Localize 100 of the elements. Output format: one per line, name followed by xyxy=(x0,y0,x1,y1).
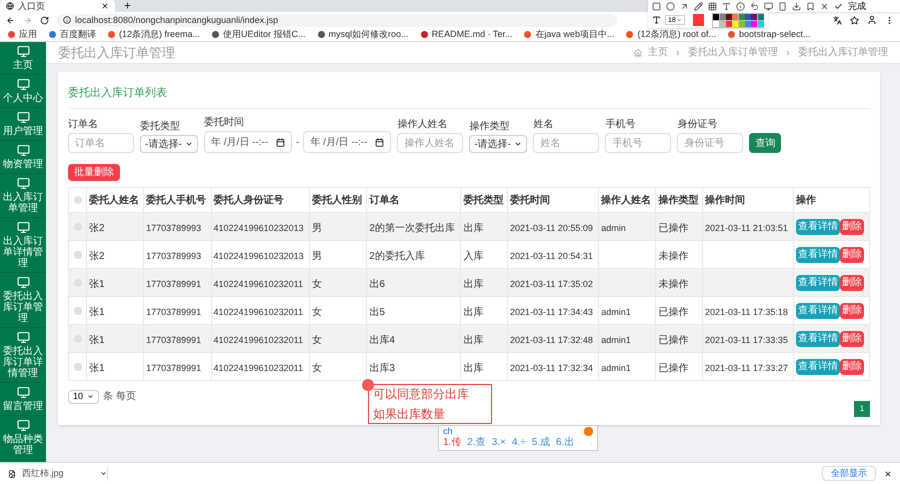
back-icon[interactable] xyxy=(6,16,15,24)
done-label[interactable]: 完成 xyxy=(848,2,866,10)
color-swatch[interactable] xyxy=(720,14,726,20)
table-cell: 17703789991 xyxy=(146,306,202,316)
filter-select[interactable]: -请选择- xyxy=(140,135,198,153)
translate-icon[interactable] xyxy=(833,16,842,24)
tool-icon[interactable] xyxy=(722,2,731,10)
filter-field[interactable]: 订单名 xyxy=(68,133,134,153)
breadcrumb-item[interactable]: 委托出入库订单管理 xyxy=(688,45,778,60)
tool-icon[interactable] xyxy=(806,2,815,10)
bookmark[interactable]: 在java web项目中... xyxy=(524,30,614,39)
delete-button[interactable]: 删除 xyxy=(840,218,864,234)
filter-select[interactable]: -请选择- xyxy=(469,135,528,153)
view-details-button[interactable]: 查看详情 xyxy=(796,330,840,346)
ime-candidate[interactable]: 1.传 xyxy=(443,437,462,449)
table-cell: 410224199610232011 xyxy=(214,362,303,372)
bookmark[interactable]: bootstrap-select... xyxy=(728,30,811,39)
bookmark[interactable]: README.md · Ter... xyxy=(420,30,512,39)
bookmark[interactable]: 百度翻译 xyxy=(49,30,96,39)
table-cell: 已操作 xyxy=(658,362,688,374)
filter-field[interactable]: 操作人姓名 xyxy=(397,133,464,153)
view-details-button[interactable]: 查看详情 xyxy=(796,274,840,290)
bookmark[interactable]: (12条消息) root of... xyxy=(626,30,716,39)
view-details-button[interactable]: 查看详情 xyxy=(796,302,840,318)
show-all-button[interactable]: 全部显示 xyxy=(822,466,876,481)
caret-icon xyxy=(87,393,94,400)
date-field[interactable]: 年 /月/日 --:-- xyxy=(303,131,392,153)
page-size-select[interactable]: 10 xyxy=(68,390,100,404)
info-icon xyxy=(63,16,71,24)
color-swatch[interactable] xyxy=(738,14,745,20)
delete-button[interactable]: 删除 xyxy=(840,330,864,346)
reload-icon[interactable] xyxy=(40,16,49,24)
bookmark[interactable]: 使用UEditor 报错C... xyxy=(212,30,306,39)
profile-icon[interactable] xyxy=(867,15,877,25)
page-button[interactable]: 1 xyxy=(854,401,870,417)
color-swatch[interactable] xyxy=(732,14,738,20)
view-details-button[interactable]: 查看详情 xyxy=(796,246,840,262)
bulk-delete-button[interactable]: 批量删除 xyxy=(68,164,120,181)
color-swatch[interactable] xyxy=(751,14,758,20)
view-details-button[interactable]: 查看详情 xyxy=(796,358,840,374)
current-color-swatch[interactable] xyxy=(693,14,704,26)
tool-icon[interactable] xyxy=(820,2,829,10)
tool-icon[interactable] xyxy=(764,2,773,10)
tool-icon[interactable] xyxy=(792,2,801,10)
color-swatch[interactable] xyxy=(758,14,764,20)
delete-button[interactable]: 删除 xyxy=(840,302,864,318)
breadcrumb-item[interactable]: 主页 xyxy=(648,45,668,60)
table-cell: 2021-03-11 17:33:27 xyxy=(704,362,788,372)
table-cell: 女 xyxy=(312,306,322,318)
home-icon xyxy=(634,48,642,56)
color-swatch[interactable] xyxy=(713,20,720,26)
delete-button[interactable]: 删除 xyxy=(840,358,864,374)
table-cell: 410224199610232013 xyxy=(214,250,304,260)
color-swatch[interactable] xyxy=(738,20,745,26)
tool-icon[interactable] xyxy=(750,2,759,10)
delete-button[interactable]: 删除 xyxy=(840,246,864,262)
bookmark[interactable]: mysql如何修改roo... xyxy=(318,30,409,39)
search-button[interactable]: 查询 xyxy=(749,133,782,153)
color-swatch[interactable] xyxy=(713,14,720,20)
color-swatch[interactable] xyxy=(732,20,738,26)
bookmark[interactable]: 应用 xyxy=(8,30,37,39)
color-swatch[interactable] xyxy=(758,20,764,26)
table-cell: 17703789991 xyxy=(146,278,202,288)
check-icon[interactable] xyxy=(834,2,843,10)
table-cell: 17703789993 xyxy=(146,222,202,232)
bookmark[interactable]: (12条消息) freema... xyxy=(108,30,200,39)
new-tab-icon[interactable] xyxy=(123,1,132,10)
ime-candidate[interactable]: 2.查 xyxy=(467,437,486,449)
tool-icon[interactable] xyxy=(708,2,717,10)
star-icon[interactable] xyxy=(850,16,859,24)
ime-candidate[interactable]: 4.÷ xyxy=(512,437,526,449)
download-item[interactable]: 西红柿.jpg xyxy=(8,466,108,480)
breadcrumb-item[interactable]: 委托出入库订单管理 xyxy=(798,45,888,60)
row-checkbox[interactable] xyxy=(74,250,82,258)
close-icon[interactable] xyxy=(884,470,892,478)
tool-icon[interactable] xyxy=(680,2,689,10)
date-field[interactable]: 年 /月/日 --:-- xyxy=(204,131,292,153)
tool-icon[interactable] xyxy=(778,2,787,10)
color-swatch[interactable] xyxy=(720,20,726,26)
table-cell: 女 xyxy=(312,334,322,346)
filter-field[interactable]: 手机号 xyxy=(605,133,672,153)
browser-tab[interactable]: 入口页 xyxy=(0,0,115,12)
tool-icon[interactable] xyxy=(736,2,745,10)
select-all-checkbox[interactable] xyxy=(74,196,82,204)
address-bar[interactable]: localhost:8080/nongchanpincangkuguanli/index.jsp xyxy=(57,14,617,26)
row-checkbox[interactable] xyxy=(74,362,82,370)
row-checkbox[interactable] xyxy=(74,306,82,314)
filter-field[interactable]: 姓名 xyxy=(533,133,600,153)
ime-candidate[interactable]: 3.× xyxy=(492,437,506,449)
view-details-button[interactable]: 查看详情 xyxy=(796,218,840,234)
typed-text: ch xyxy=(443,426,453,437)
color-swatch[interactable] xyxy=(751,20,758,26)
close-icon[interactable] xyxy=(101,2,109,10)
caret-icon xyxy=(185,140,193,148)
delete-button[interactable]: 删除 xyxy=(840,274,864,290)
filter-field[interactable]: 身份证号 xyxy=(677,133,744,153)
ime-candidate[interactable]: 5.成 xyxy=(532,437,550,449)
ime-candidate[interactable]: 6.出 xyxy=(556,437,574,449)
filter-label: 手机号 xyxy=(605,119,636,131)
tool-icon[interactable] xyxy=(694,2,703,10)
